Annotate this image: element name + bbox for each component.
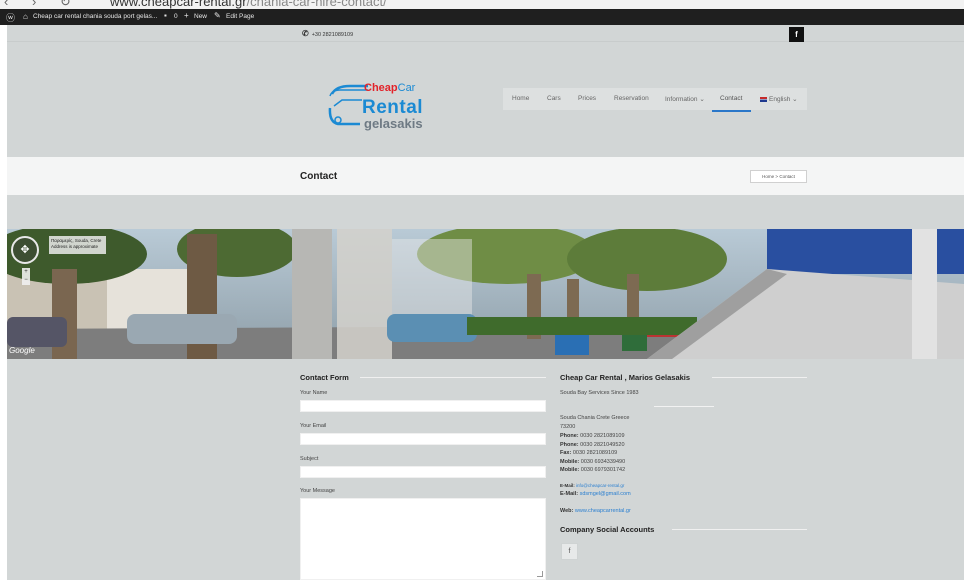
mobile2-value: 0030 6979301742 bbox=[580, 467, 626, 473]
logo-cheap: CheapCar bbox=[364, 82, 415, 94]
streetview-image bbox=[7, 229, 964, 359]
phone-icon: ✆ bbox=[302, 29, 309, 38]
web-label: Web: bbox=[560, 508, 574, 514]
url-path: /chania-car-hire-contact/ bbox=[246, 0, 387, 9]
address-line: Souda Chania Crete Greece bbox=[560, 415, 630, 421]
nav-active-underline bbox=[712, 110, 751, 112]
home-icon: ⌂ bbox=[23, 12, 28, 21]
nav-reservation[interactable]: Reservation bbox=[614, 95, 649, 102]
address-bar[interactable]: www.cheapcar-rental.gr/chania-car-hire-c… bbox=[110, 0, 387, 9]
breadcrumb-current: Contact bbox=[779, 174, 795, 179]
nav-cars[interactable]: Cars bbox=[547, 95, 561, 102]
nav-contact[interactable]: Contact bbox=[720, 95, 742, 102]
top-phone: ✆ +30 2821089109 bbox=[302, 29, 353, 38]
company-heading-rule bbox=[712, 377, 807, 378]
nav-language[interactable]: English ⌄ bbox=[760, 95, 798, 103]
admin-site-link[interactable]: Cheap car rental chania souda port gelas… bbox=[33, 13, 157, 20]
contact-form-heading: Contact Form bbox=[300, 373, 349, 382]
page-title-band bbox=[7, 157, 964, 195]
uk-flag-icon bbox=[760, 97, 767, 102]
streetview-address-box: Παραμερίς, Souda, Crete Address is appro… bbox=[49, 236, 106, 254]
web-line: Web: www.cheapcarrental.gr bbox=[560, 508, 631, 514]
email1-link[interactable]: info@cheapcar-rental.gr bbox=[576, 483, 624, 488]
logo-cheap-red: Cheap bbox=[364, 82, 398, 94]
subject-input[interactable] bbox=[300, 466, 546, 478]
postcode-line: 73200 bbox=[560, 424, 576, 430]
mobile2-label: Mobile: bbox=[560, 467, 580, 473]
logo-gelasakis: gelasakis bbox=[364, 116, 423, 131]
web-link[interactable]: www.cheapcarrental.gr bbox=[575, 508, 631, 514]
breadcrumb-separator: > bbox=[775, 174, 779, 179]
social-heading: Company Social Accounts bbox=[560, 525, 655, 534]
breadcrumb-home[interactable]: Home bbox=[762, 174, 774, 179]
site-logo[interactable]: CheapCar Rental gelasakis bbox=[328, 80, 424, 134]
company-heading: Cheap Car Rental , Marios Gelasakis bbox=[560, 373, 691, 382]
message-textarea[interactable] bbox=[300, 498, 546, 580]
email2-label: E-Mail: bbox=[560, 491, 579, 497]
page-title: Contact bbox=[300, 171, 338, 182]
streetview-address-note: Address is approximate bbox=[51, 244, 99, 249]
fax-line: Fax: 0030 2821089109 bbox=[560, 450, 617, 456]
email2-line: E-Mail: sdsmgel@gmail.com bbox=[560, 491, 631, 497]
browser-nav-icons[interactable]: ‹ › ↻ bbox=[4, 0, 81, 9]
message-label: Your Message bbox=[300, 488, 335, 494]
facebook-icon[interactable]: f bbox=[789, 27, 804, 42]
streetview-zoom-control[interactable]: + − bbox=[22, 268, 30, 285]
name-input[interactable] bbox=[300, 400, 546, 412]
comments-count[interactable]: 0 bbox=[174, 13, 178, 20]
admin-bar: ⓦ ⌂ Cheap car rental chania souda port g… bbox=[0, 9, 964, 25]
email2-link[interactable]: sdsmgel@gmail.com bbox=[580, 491, 631, 497]
email-label: Your Email bbox=[300, 423, 327, 429]
streetview-map[interactable] bbox=[7, 229, 964, 359]
logo-car-blue: Car bbox=[397, 82, 416, 94]
google-logo: Google bbox=[9, 346, 35, 355]
company-tagline: Souda Bay Services Since 1983 bbox=[560, 390, 639, 396]
plus-icon: + bbox=[184, 11, 189, 20]
phone2-value: 0030 2821049520 bbox=[580, 442, 625, 448]
nav-language-label: English ⌄ bbox=[769, 96, 798, 103]
breadcrumb: Home > Contact bbox=[750, 170, 807, 183]
subject-label: Subject bbox=[300, 456, 319, 462]
phone1-line: Phone: 0030 2821089109 bbox=[560, 433, 625, 439]
admin-new-link[interactable]: New bbox=[194, 13, 207, 20]
fax-value: 0030 2821089109 bbox=[572, 450, 618, 456]
browser-bar: ‹ › ↻ www.cheapcar-rental.gr/chania-car-… bbox=[0, 0, 964, 9]
streetview-compass-icon[interactable]: ✥ bbox=[11, 236, 39, 264]
fax-label: Fax: bbox=[560, 450, 572, 456]
nav-prices[interactable]: Prices bbox=[578, 95, 596, 102]
email1-line: E-Mail: info@cheapcar-rental.gr bbox=[560, 483, 624, 488]
name-label: Your Name bbox=[300, 390, 328, 396]
comment-icon[interactable]: ▪ bbox=[164, 11, 167, 20]
top-phone-number: +30 2821089109 bbox=[311, 32, 354, 38]
mobile2-line: Mobile: 0030 6979301742 bbox=[560, 467, 625, 473]
top-contact-bar: ✆ +30 2821089109 bbox=[7, 25, 964, 42]
phone1-label: Phone: bbox=[560, 433, 579, 439]
url-host: www.cheapcar-rental.gr bbox=[110, 0, 247, 9]
pencil-icon: ✎ bbox=[214, 11, 221, 20]
email-input[interactable] bbox=[300, 433, 546, 445]
page-root: ‹ › ↻ www.cheapcar-rental.gr/chania-car-… bbox=[0, 0, 964, 580]
nav-home[interactable]: Home bbox=[512, 95, 529, 102]
phone1-value: 0030 2821089109 bbox=[580, 433, 625, 439]
mobile1-value: 0030 6934339490 bbox=[580, 459, 626, 465]
mobile1-label: Mobile: bbox=[560, 459, 580, 465]
info-divider bbox=[654, 406, 714, 407]
admin-edit-link[interactable]: Edit Page bbox=[226, 13, 254, 20]
contact-form-heading-rule bbox=[360, 377, 546, 378]
phone2-line: Phone: 0030 2821049520 bbox=[560, 442, 625, 448]
social-heading-rule bbox=[672, 529, 807, 530]
facebook-social-icon[interactable]: f bbox=[561, 543, 578, 560]
mobile1-line: Mobile: 0030 6934339490 bbox=[560, 459, 625, 465]
email1-label: E-Mail: bbox=[560, 483, 575, 488]
wordpress-icon[interactable]: ⓦ bbox=[6, 11, 15, 24]
phone2-label: Phone: bbox=[560, 442, 579, 448]
nav-information[interactable]: Information ⌄ bbox=[665, 95, 705, 103]
